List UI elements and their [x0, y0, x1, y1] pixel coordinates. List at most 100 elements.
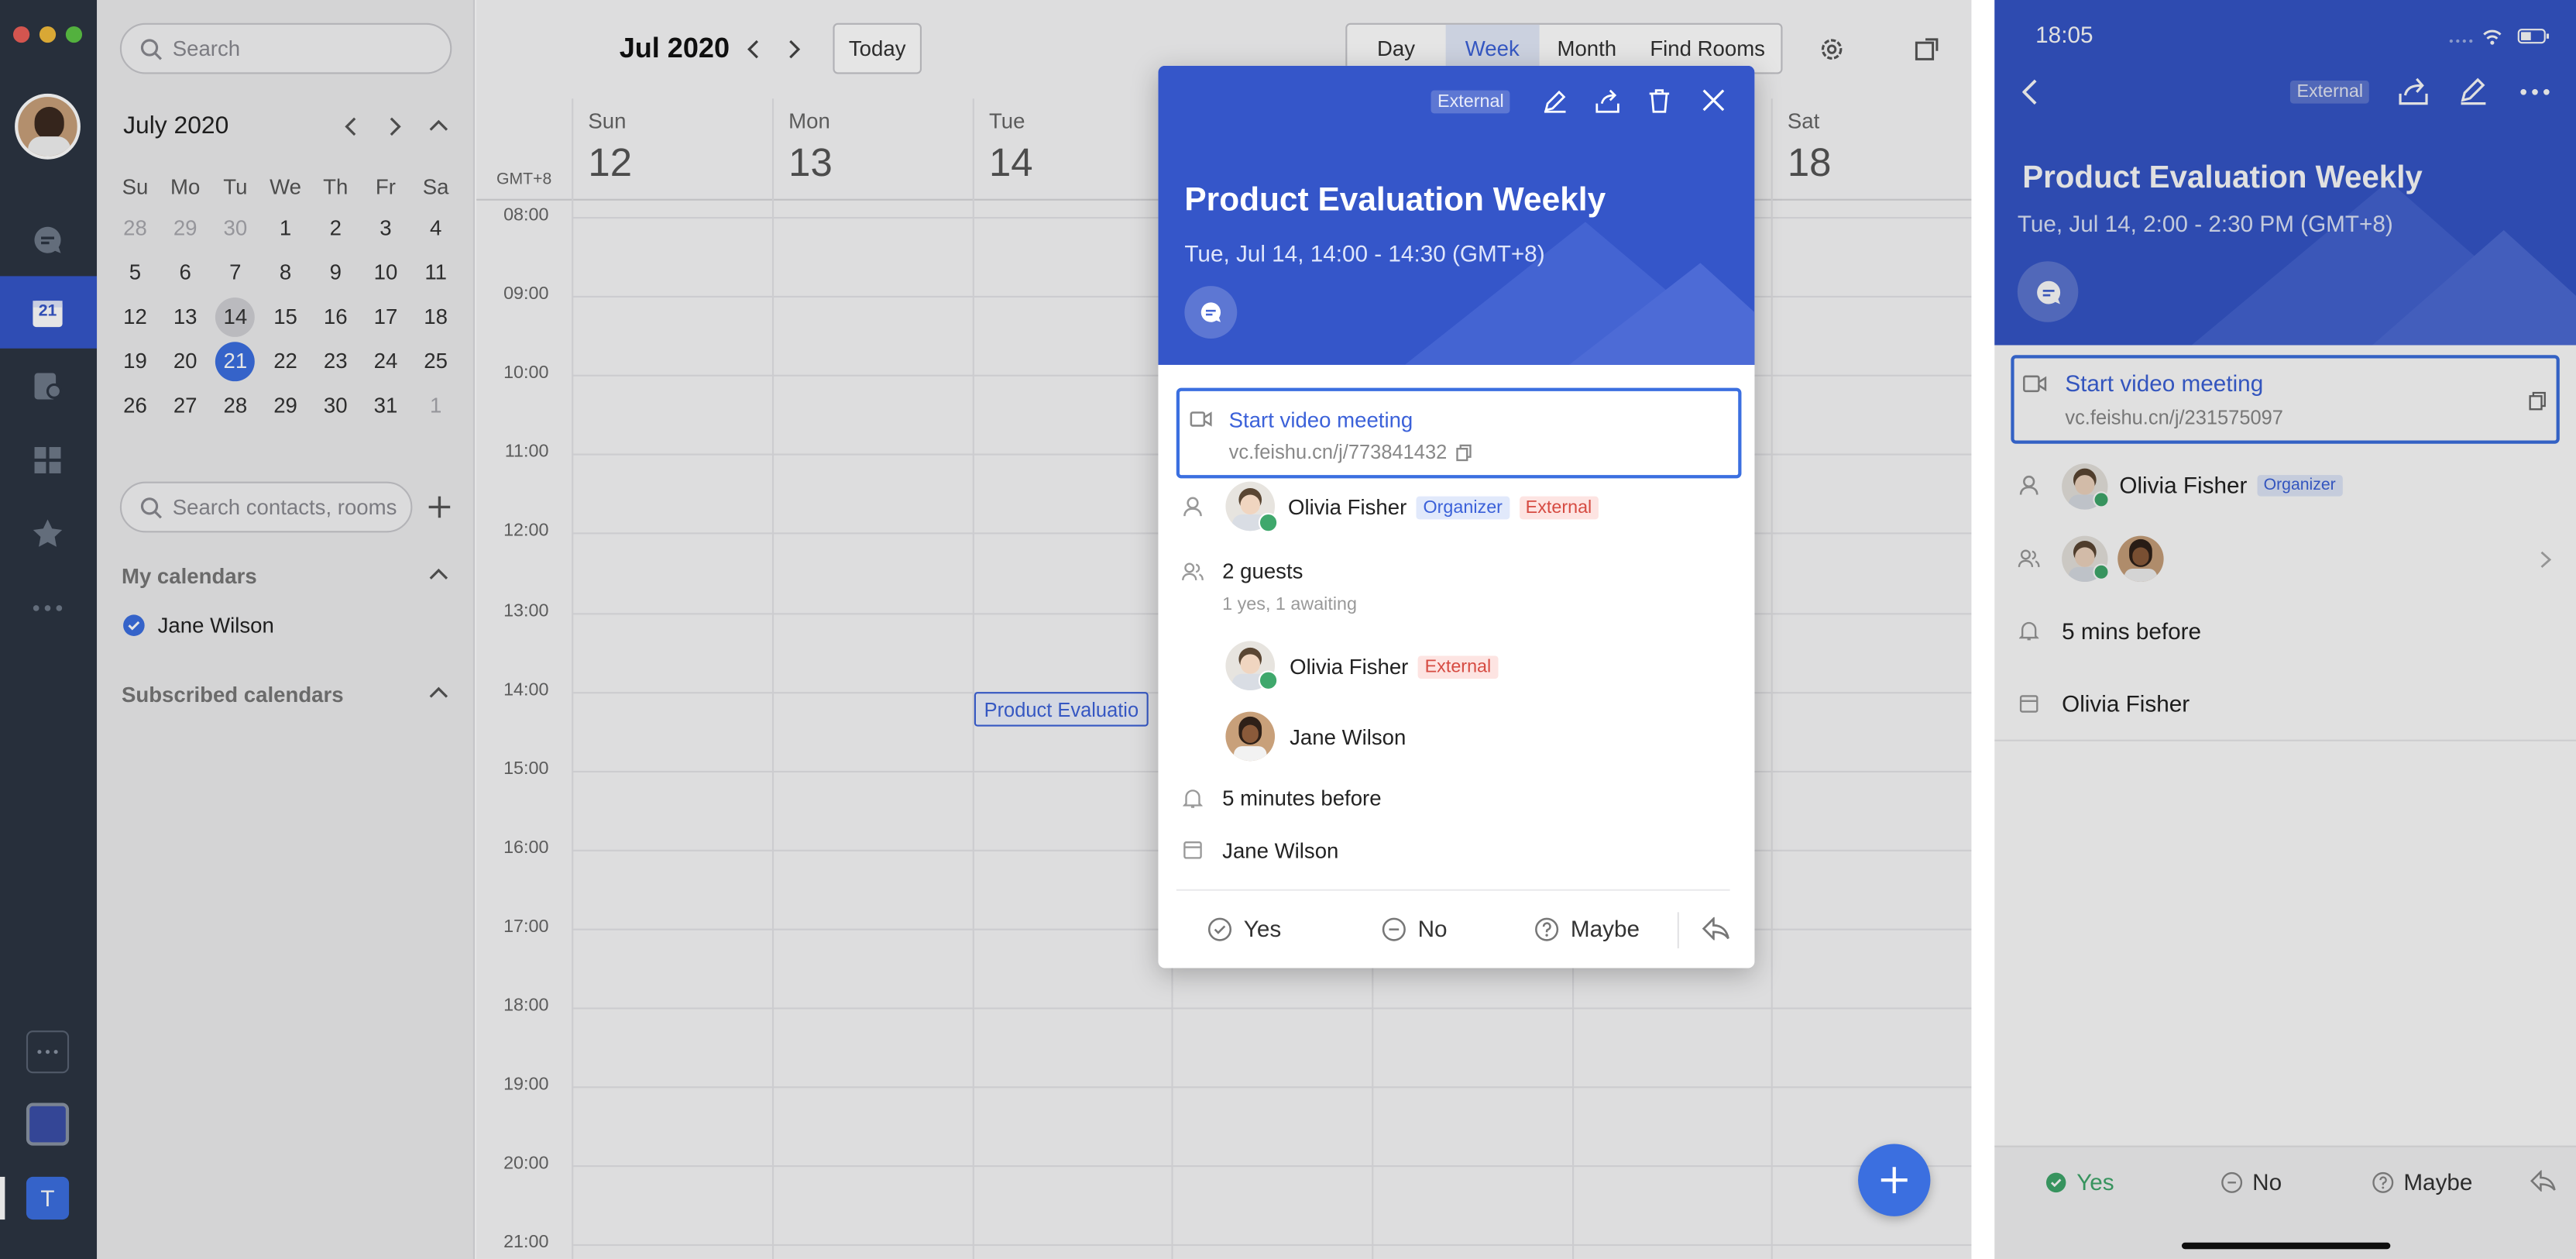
rsvp-no-button[interactable]: No	[1382, 916, 1448, 942]
mini-calendar-day[interactable]: 27	[160, 383, 211, 427]
minus-circle-icon	[2221, 1171, 2243, 1192]
maximize-window-button[interactable]	[65, 26, 83, 43]
mini-calendar-day[interactable]: 19	[110, 339, 160, 383]
day-number[interactable]: 14	[989, 141, 1033, 187]
guests-count[interactable]: 2 guests	[1222, 559, 1303, 583]
mini-calendar-day[interactable]: 31	[361, 383, 411, 427]
chevron-left-icon[interactable]	[343, 117, 359, 136]
minimize-window-button[interactable]	[39, 26, 57, 43]
docs-icon[interactable]	[26, 365, 69, 408]
collapse-my-calendars-icon[interactable]	[429, 567, 448, 583]
open-window-icon[interactable]	[1914, 36, 1940, 63]
user-avatar[interactable]	[15, 93, 81, 160]
rsvp-maybe-button[interactable]: Maybe	[1534, 916, 1640, 942]
mini-calendar-day[interactable]: 15	[260, 294, 311, 339]
contacts-search-box[interactable]: Search contacts, rooms	[119, 481, 413, 533]
mini-calendar-day[interactable]: 11	[410, 249, 461, 294]
close-window-button[interactable]	[12, 26, 30, 43]
mini-calendar-day[interactable]: 13	[160, 294, 211, 339]
organizer-name: Olivia Fisher	[2119, 471, 2248, 498]
copy-icon[interactable]	[2529, 391, 2547, 411]
back-chevron-icon[interactable]	[2022, 79, 2038, 105]
mini-calendar-day[interactable]: 10	[361, 249, 411, 294]
next-week-icon[interactable]	[785, 40, 802, 59]
mobile-chat-button[interactable]	[2017, 261, 2079, 322]
checkbox-checked-icon[interactable]	[123, 614, 145, 636]
settings-gear-icon[interactable]	[1819, 36, 1845, 63]
mini-calendar-day[interactable]: 20	[160, 339, 211, 383]
mini-calendar-day[interactable]: 30	[311, 383, 361, 427]
mini-calendar-day[interactable]: 24	[361, 339, 411, 383]
close-icon[interactable]	[1702, 89, 1726, 112]
calendar-item-jane-wilson[interactable]: Jane Wilson	[123, 613, 274, 638]
chevron-right-icon[interactable]	[386, 117, 402, 136]
mobile-rsvp-bar: Yes No Maybe	[1994, 1145, 2576, 1259]
mini-calendar-day[interactable]: 16	[311, 294, 361, 339]
day-number[interactable]: 13	[788, 141, 833, 187]
reply-icon[interactable]	[2530, 1170, 2557, 1192]
collapse-subscribed-icon[interactable]	[429, 686, 448, 702]
edit-pencil-icon[interactable]	[1543, 89, 1568, 114]
mini-calendar-day[interactable]: 18	[410, 294, 461, 339]
mini-calendar-day[interactable]: 8	[260, 249, 311, 294]
add-calendar-icon[interactable]	[428, 495, 452, 520]
rsvp-yes-button[interactable]: Yes	[1207, 916, 1281, 942]
mini-calendar-day[interactable]: 6	[160, 249, 211, 294]
share-icon[interactable]	[2399, 77, 2428, 105]
workplace-icon[interactable]	[26, 439, 69, 481]
mini-calendar-day[interactable]: 28	[110, 205, 160, 249]
rsvp-yes-button[interactable]: Yes	[2045, 1168, 2114, 1195]
mobile-guests-row[interactable]	[2060, 535, 2553, 582]
mini-calendar-day[interactable]: 23	[311, 339, 361, 383]
reply-icon[interactable]	[1702, 917, 1730, 941]
delete-trash-icon[interactable]	[1648, 89, 1671, 114]
rsvp-no-button[interactable]: No	[2221, 1168, 2282, 1195]
share-icon[interactable]	[1595, 89, 1620, 114]
create-event-button[interactable]	[1858, 1144, 1931, 1216]
mini-calendar-day[interactable]: 30	[211, 205, 261, 249]
mini-calendar-day[interactable]: 5	[110, 249, 160, 294]
day-number[interactable]: 12	[588, 141, 632, 187]
more-icon[interactable]	[26, 587, 69, 629]
mini-calendar-day[interactable]: 21	[211, 339, 261, 383]
copy-icon[interactable]	[1455, 443, 1472, 461]
search-box[interactable]: Search	[119, 22, 452, 74]
weekday-header: Su	[122, 173, 149, 198]
mini-calendar-day[interactable]: 22	[260, 339, 311, 383]
mini-calendar-day[interactable]: 29	[160, 205, 211, 249]
mini-calendar-day[interactable]: 7	[211, 249, 261, 294]
day-number[interactable]: 18	[1788, 141, 1832, 187]
calendar-icon[interactable]: 21	[26, 291, 69, 333]
mini-calendar-day[interactable]: 1	[410, 383, 461, 427]
more-options-icon[interactable]	[2520, 88, 2550, 95]
mini-calendar-day-number: 1	[429, 393, 442, 418]
mini-calendar-day[interactable]: 12	[110, 294, 160, 339]
workspace-switch-icon[interactable]	[26, 1102, 70, 1146]
mini-calendar-day[interactable]: 1	[260, 205, 311, 249]
mini-calendar-day[interactable]: 17	[361, 294, 411, 339]
mini-calendar-day[interactable]: 2	[311, 205, 361, 249]
mini-calendar-day[interactable]: 28	[211, 383, 261, 427]
mini-calendar-day[interactable]: 3	[361, 205, 411, 249]
messenger-icon[interactable]	[26, 218, 69, 261]
favorites-star-icon[interactable]	[26, 513, 69, 556]
prev-week-icon[interactable]	[746, 40, 762, 59]
chevron-up-icon[interactable]	[429, 119, 448, 135]
start-video-meeting-link[interactable]: Start video meeting	[1229, 408, 1413, 432]
mini-calendar-day[interactable]: 14	[211, 294, 261, 339]
more-apps-icon[interactable]	[26, 1030, 70, 1074]
workspace-avatar[interactable]: T	[26, 1176, 70, 1220]
start-video-meeting-link[interactable]: Start video meeting	[2065, 370, 2263, 396]
mini-calendar-day[interactable]: 29	[260, 383, 311, 427]
mini-calendar-day[interactable]: 26	[110, 383, 160, 427]
event-chat-button[interactable]	[1184, 286, 1238, 339]
event-chip[interactable]: Product Evaluatio	[974, 692, 1149, 727]
mini-calendar-day[interactable]: 25	[410, 339, 461, 383]
video-meeting-card[interactable]: Start video meeting vc.feishu.cn/j/77384…	[1176, 387, 1742, 479]
mini-calendar-day[interactable]: 9	[311, 249, 361, 294]
mobile-video-meeting-card[interactable]: Start video meeting vc.feishu.cn/j/23157…	[2011, 355, 2560, 444]
edit-pencil-icon[interactable]	[2459, 77, 2487, 105]
mini-calendar-day[interactable]: 4	[410, 205, 461, 249]
today-button[interactable]: Today	[833, 22, 922, 74]
rsvp-maybe-button[interactable]: Maybe	[2372, 1168, 2472, 1195]
